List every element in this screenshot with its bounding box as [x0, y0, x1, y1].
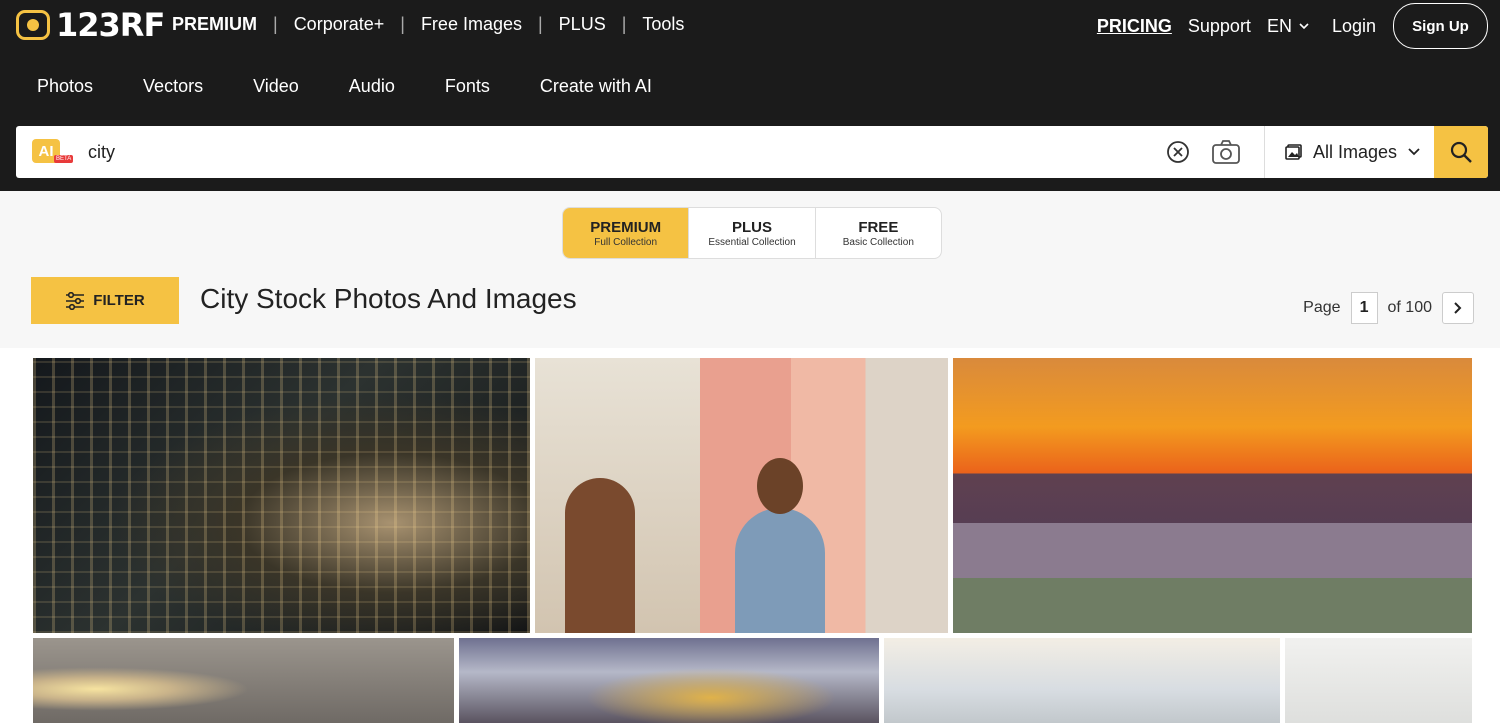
top-nav-premium[interactable]: PREMIUM	[172, 14, 257, 35]
login-link[interactable]: Login	[1332, 16, 1376, 37]
search-input[interactable]	[88, 138, 1148, 166]
tab-subtitle: Basic Collection	[842, 236, 914, 248]
beta-badge: BETA	[54, 155, 74, 163]
page-number-input[interactable]: 1	[1350, 292, 1378, 324]
category-photos[interactable]: Photos	[37, 76, 93, 97]
collection-tabs: PREMIUM Full Collection PLUS Essential C…	[562, 207, 942, 259]
tab-title: PLUS	[731, 218, 772, 236]
top-nav-corporate[interactable]: Corporate+	[294, 14, 385, 35]
result-image[interactable]	[459, 638, 879, 723]
image-type-select[interactable]: All Images	[1264, 126, 1435, 178]
language-label: EN	[1266, 15, 1292, 36]
category-vectors[interactable]: Vectors	[143, 76, 203, 97]
separator: |	[621, 14, 627, 34]
result-image[interactable]	[1285, 638, 1472, 723]
account-nav: PRICING Support EN Login Sign Up	[1097, 3, 1488, 49]
result-image[interactable]	[535, 358, 948, 633]
category-create-with-ai[interactable]: Create with AI	[540, 76, 652, 97]
image-detail	[735, 508, 825, 633]
separator: |	[273, 14, 278, 34]
support-link[interactable]: Support	[1188, 16, 1251, 37]
filter-sliders-icon	[66, 291, 85, 310]
clear-circle-icon[interactable]	[1166, 140, 1190, 164]
image-detail	[565, 478, 635, 633]
top-nav-plus[interactable]: PLUS	[559, 14, 606, 35]
top-nav: PREMIUM | Corporate+ | Free Images | PLU…	[172, 14, 684, 35]
result-image[interactable]	[953, 358, 1472, 633]
image-type-label: All Images	[1313, 141, 1398, 162]
logo-text: 123RF	[56, 6, 165, 44]
category-fonts[interactable]: Fonts	[445, 76, 490, 97]
top-nav-free-images[interactable]: Free Images	[421, 14, 522, 35]
category-video[interactable]: Video	[253, 76, 299, 97]
next-page-button[interactable]	[1442, 292, 1474, 324]
tab-subtitle: Essential Collection	[708, 236, 796, 248]
logo-camera-icon	[16, 10, 50, 40]
camera-icon[interactable]	[1211, 138, 1241, 166]
tab-free[interactable]: FREE Basic Collection	[816, 208, 941, 258]
search-button[interactable]	[1434, 126, 1488, 178]
result-image[interactable]	[884, 638, 1280, 723]
category-audio[interactable]: Audio	[349, 76, 395, 97]
chevron-down-icon	[1408, 148, 1420, 156]
pagination: Page 1 of 100	[1303, 292, 1474, 324]
page-total: of 100	[1387, 299, 1432, 316]
image-detail	[757, 458, 803, 514]
image-icon	[1285, 144, 1302, 160]
result-image[interactable]	[33, 638, 454, 723]
tab-plus[interactable]: PLUS Essential Collection	[689, 208, 816, 258]
tab-subtitle: Full Collection	[594, 236, 658, 248]
filter-button[interactable]: FILTER	[31, 277, 179, 324]
filter-label: FILTER	[93, 292, 145, 309]
result-image[interactable]	[33, 358, 530, 633]
language-selector[interactable]: EN	[1267, 16, 1310, 37]
tab-title: FREE	[858, 218, 899, 236]
tab-premium[interactable]: PREMIUM Full Collection	[563, 208, 690, 258]
separator: |	[537, 14, 543, 34]
category-nav: Photos Vectors Video Audio Fonts Create …	[37, 76, 652, 97]
top-nav-tools[interactable]: Tools	[642, 14, 684, 35]
page-label: Page	[1303, 299, 1341, 316]
page-title: City Stock Photos And Images	[200, 283, 577, 314]
separator: |	[400, 14, 405, 34]
chevron-right-icon	[1454, 302, 1462, 314]
search-bar: AI BETA All Images	[16, 126, 1488, 178]
tab-title: PREMIUM	[590, 218, 662, 236]
pricing-link[interactable]: PRICING	[1097, 16, 1172, 37]
ai-search-toggle[interactable]: AI BETA	[32, 139, 74, 165]
chevron-down-icon	[1299, 23, 1309, 30]
header: 123RF PREMIUM | Corporate+ | Free Images…	[0, 0, 1500, 191]
logo[interactable]: 123RF	[16, 6, 165, 44]
search-icon	[1450, 141, 1472, 163]
signup-button[interactable]: Sign Up	[1393, 3, 1488, 49]
